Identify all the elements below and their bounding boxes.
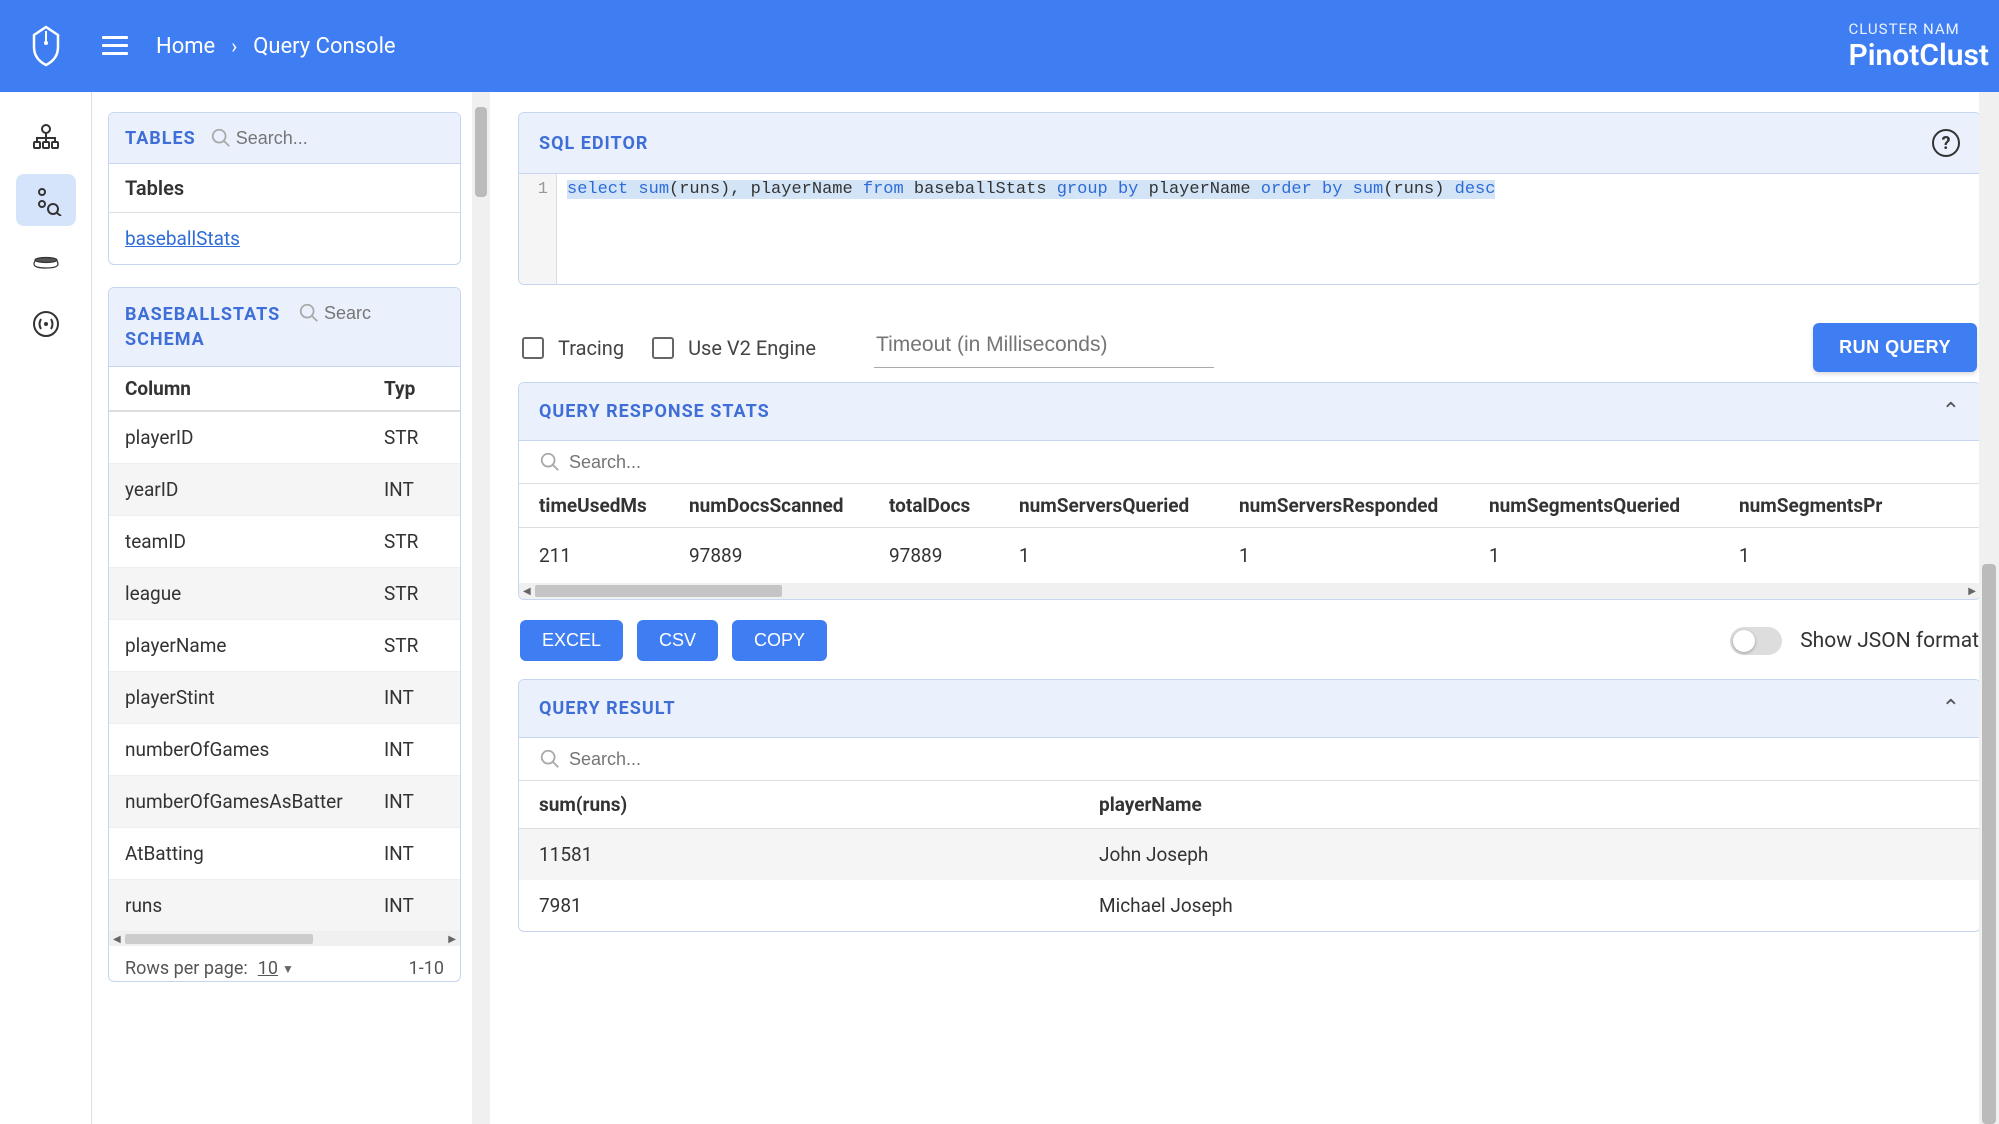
cluster-name: PinotClust (1848, 38, 1989, 73)
stats-col: numServersResponded (1239, 494, 1489, 517)
timeout-input[interactable] (874, 327, 1214, 368)
nav-cluster-icon[interactable] (16, 112, 76, 164)
menu-icon[interactable] (102, 31, 132, 61)
rows-per-page-label: Rows per page: (125, 958, 248, 979)
tracing-checkbox[interactable]: Tracing (522, 336, 624, 360)
sql-editor-card: SQL EDITOR ? 1 select sum(runs), playerN… (518, 112, 1981, 285)
sql-editor-title: SQL EDITOR (539, 133, 648, 154)
scroll-thumb[interactable] (535, 585, 782, 597)
schema-panel: BASEBALLSTATS SCHEMA Column Typ playerID… (108, 287, 461, 982)
search-icon (539, 748, 561, 770)
schema-row[interactable]: teamIDSTR (109, 516, 460, 568)
schema-col-header-column: Column (125, 377, 384, 400)
result-search-input[interactable] (569, 749, 769, 770)
result-col: playerName (1099, 793, 1960, 816)
stats-hscroll[interactable]: ◀ ▶ (519, 583, 1980, 599)
sql-code: select sum(runs), playerName from baseba… (557, 174, 1980, 284)
run-query-button[interactable]: RUN QUERY (1813, 323, 1977, 372)
csv-button[interactable]: CSV (637, 620, 718, 661)
schema-row[interactable]: numberOfGamesAsBatterINT (109, 776, 460, 828)
schema-row[interactable]: playerIDSTR (109, 412, 460, 464)
stats-col: totalDocs (889, 494, 1019, 517)
cluster-label: CLUSTER NAM (1848, 20, 1989, 38)
tables-search-input[interactable] (236, 128, 356, 149)
cluster-info: CLUSTER NAM PinotClust (1848, 20, 1999, 73)
schema-row[interactable]: AtBattingINT (109, 828, 460, 880)
schema-row[interactable]: runsINT (109, 880, 460, 932)
breadcrumb-home[interactable]: Home (156, 34, 215, 59)
breadcrumb-current: Query Console (253, 34, 395, 59)
sql-editor[interactable]: 1 select sum(runs), playerName from base… (519, 174, 1980, 284)
breadcrumb: Home › Query Console (156, 34, 396, 59)
search-icon (210, 127, 232, 149)
result-title: QUERY RESULT (539, 698, 676, 719)
table-link-baseballstats[interactable]: baseballStats (125, 227, 240, 250)
schema-search[interactable] (298, 302, 444, 324)
sidebar: TABLES Tables baseballStats BASEBALLSTAT… (92, 92, 472, 1124)
nav-swagger-icon[interactable] (16, 298, 76, 350)
result-row[interactable]: 11581John Joseph (519, 829, 1980, 880)
stats-row: 211 97889 97889 1 1 1 1 (519, 528, 1980, 583)
search-icon (539, 451, 561, 473)
logo (0, 25, 92, 67)
main-content: SQL EDITOR ? 1 select sum(runs), playerN… (490, 92, 1999, 1124)
rows-per-page-dropdown-icon[interactable]: ▼ (282, 962, 294, 976)
result-col: sum(runs) (539, 793, 1099, 816)
tables-panel-title: TABLES (125, 128, 196, 149)
tables-search[interactable] (210, 127, 356, 149)
schema-hscroll[interactable]: ◀ ▶ (109, 932, 460, 946)
chevron-right-icon: › (231, 34, 237, 58)
scroll-right-icon[interactable]: ▶ (448, 934, 456, 945)
tables-header: Tables (109, 164, 460, 213)
stats-col: timeUsedMs (539, 494, 689, 517)
line-number: 1 (538, 180, 548, 199)
stats-col: numServersQueried (1019, 494, 1239, 517)
json-format-toggle[interactable] (1730, 627, 1782, 655)
stats-card: QUERY RESPONSE STATS ⌃ timeUsedMs numDoc… (518, 382, 1981, 600)
stats-search-input[interactable] (569, 452, 769, 473)
rows-range: 1-10 (409, 958, 444, 979)
schema-search-input[interactable] (324, 303, 444, 324)
main-vscroll[interactable] (1979, 92, 1999, 1124)
schema-row[interactable]: playerNameSTR (109, 620, 460, 672)
stats-search[interactable] (519, 441, 1980, 483)
json-format-label: Show JSON format (1800, 629, 1979, 653)
schema-col-header-type: Typ (384, 377, 444, 400)
schema-row[interactable]: playerStintINT (109, 672, 460, 724)
nav-iconbar (0, 92, 92, 1124)
collapse-icon[interactable]: ⌃ (1942, 696, 1960, 721)
schema-row[interactable]: yearIDINT (109, 464, 460, 516)
nav-query-icon[interactable] (16, 174, 76, 226)
stats-title: QUERY RESPONSE STATS (539, 401, 770, 422)
tables-panel: TABLES Tables baseballStats (108, 112, 461, 265)
result-card: QUERY RESULT ⌃ sum(runs) playerName 1158… (518, 679, 1981, 932)
result-search[interactable] (519, 738, 1980, 780)
scroll-thumb[interactable] (125, 934, 314, 944)
sidebar-vscroll[interactable] (472, 92, 490, 1124)
app-header: Home › Query Console CLUSTER NAM PinotCl… (0, 0, 1999, 92)
collapse-icon[interactable]: ⌃ (1942, 399, 1960, 424)
result-row[interactable]: 7981Michael Joseph (519, 880, 1980, 931)
search-icon (298, 302, 320, 324)
scroll-left-icon[interactable]: ◀ (523, 586, 531, 597)
stats-col: numDocsScanned (689, 494, 889, 517)
rows-per-page-value[interactable]: 10 (258, 958, 278, 979)
stats-col: numSegmentsQueried (1489, 494, 1739, 517)
excel-button[interactable]: EXCEL (520, 620, 623, 661)
schema-panel-title: BASEBALLSTATS SCHEMA (125, 302, 295, 352)
v2-engine-checkbox[interactable]: Use V2 Engine (652, 336, 816, 360)
schema-row[interactable]: leagueSTR (109, 568, 460, 620)
copy-button[interactable]: COPY (732, 620, 827, 661)
help-icon[interactable]: ? (1932, 129, 1960, 157)
scroll-right-icon[interactable]: ▶ (1968, 586, 1976, 597)
scroll-left-icon[interactable]: ◀ (113, 934, 121, 945)
stats-col: numSegmentsPr (1739, 494, 1939, 517)
nav-zookeeper-icon[interactable] (16, 236, 76, 288)
schema-row[interactable]: numberOfGamesINT (109, 724, 460, 776)
